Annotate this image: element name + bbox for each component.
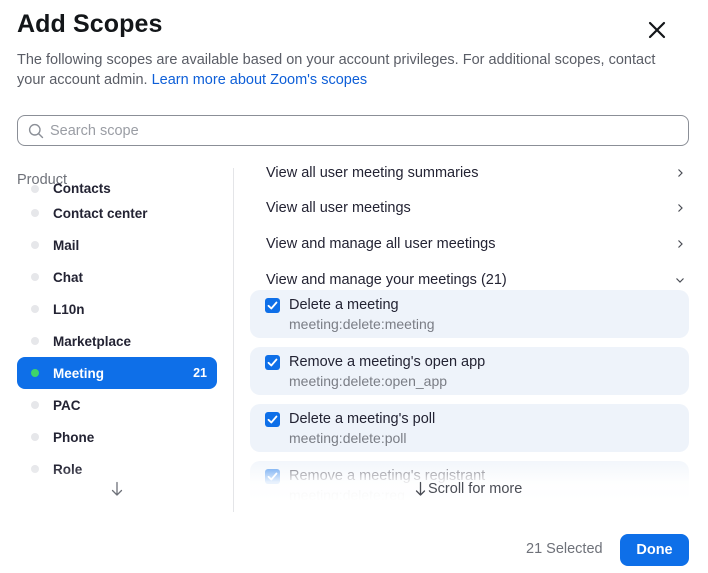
sidebar-item-marketplace[interactable]: Marketplace <box>17 325 217 357</box>
dialog-description: The following scopes are available based… <box>17 50 687 90</box>
scope-group-label: View and manage all user meetings <box>266 236 496 252</box>
close-button[interactable] <box>643 16 671 44</box>
chevron-right-icon <box>678 240 683 248</box>
scope-item[interactable]: Delete a meeting's poll meeting:delete:p… <box>250 404 689 452</box>
sidebar-item-label: Marketplace <box>53 333 132 349</box>
status-dot <box>31 337 39 345</box>
chevron-down-icon <box>676 278 684 283</box>
sidebar-item-label: Role <box>53 461 83 477</box>
check-icon <box>267 415 278 424</box>
search-icon <box>28 123 44 138</box>
panel-divider <box>233 168 234 512</box>
sidebar-item-label: PAC <box>53 397 81 413</box>
scope-title: Delete a meeting <box>289 297 399 313</box>
sidebar-item-label: Mail <box>53 237 80 253</box>
sidebar-item-pac[interactable]: PAC <box>17 389 217 421</box>
scope-checkbox[interactable] <box>265 298 280 313</box>
sidebar-item-contacts[interactable]: Contacts <box>17 181 217 197</box>
scope-item[interactable]: Delete a meeting meeting:delete:meeting <box>250 290 689 338</box>
sidebar-item-phone[interactable]: Phone <box>17 421 217 453</box>
status-dot <box>31 209 39 217</box>
scope-title: Delete a meeting's poll <box>289 411 436 427</box>
product-list[interactable]: Contacts Contact center Mail Chat L10n M… <box>17 181 217 499</box>
scope-group-row[interactable]: View all user meetings <box>266 200 690 216</box>
scroll-hint-label: Scroll for more <box>428 481 523 497</box>
scope-id: meeting:delete:reg <box>289 487 405 500</box>
arrow-down-icon <box>415 481 426 496</box>
search-box[interactable] <box>17 115 689 146</box>
sidebar-item-meeting[interactable]: Meeting 21 <box>17 357 217 389</box>
scope-checkbox[interactable] <box>265 469 280 484</box>
search-input[interactable] <box>50 122 650 139</box>
sidebar-item-mail[interactable]: Mail <box>17 229 217 261</box>
scope-id: meeting:delete:meeting <box>289 316 435 332</box>
scope-group-row[interactable]: View all user meeting summaries <box>266 165 690 181</box>
sidebar-item-label: Chat <box>53 269 83 285</box>
scope-group-label: View and manage your meetings (21) <box>266 272 507 288</box>
scope-id: meeting:delete:open_app <box>289 373 448 389</box>
scope-group-label: View all user meetings <box>266 200 411 216</box>
scope-title: Remove a meeting's open app <box>289 354 486 370</box>
sidebar-item-label: L10n <box>53 301 85 317</box>
status-dot <box>31 305 39 313</box>
status-dot <box>31 433 39 441</box>
sidebar-item-label: Contacts <box>53 181 111 196</box>
scope-checkbox[interactable] <box>265 355 280 370</box>
scope-group-row-expanded[interactable]: View and manage your meetings (21) <box>266 272 690 288</box>
scope-group-row[interactable]: View and manage all user meetings <box>266 236 690 252</box>
scope-checkbox[interactable] <box>265 412 280 427</box>
sidebar-item-chat[interactable]: Chat <box>17 261 217 293</box>
status-dot <box>31 241 39 249</box>
scroll-for-more[interactable]: Scroll for more <box>414 481 522 497</box>
status-dot <box>31 401 39 409</box>
check-icon <box>267 301 278 310</box>
scope-id: meeting:delete:poll <box>289 430 407 446</box>
check-icon <box>267 358 278 367</box>
sidebar-item-contact-center[interactable]: Contact center <box>17 197 217 229</box>
arrow-down-icon <box>111 481 123 496</box>
scope-item[interactable]: Remove a meeting's open app meeting:dele… <box>250 347 689 395</box>
sidebar-item-l10n[interactable]: L10n <box>17 293 217 325</box>
scope-group-label: View all user meeting summaries <box>266 165 479 181</box>
done-button[interactable]: Done <box>620 534 689 566</box>
close-icon <box>648 21 666 39</box>
status-dot <box>31 273 39 281</box>
selected-count-badge: 21 <box>193 366 207 380</box>
status-dot <box>31 185 39 193</box>
dialog-title: Add Scopes <box>17 10 163 38</box>
check-icon <box>267 472 278 481</box>
sidebar-item-label: Contact center <box>53 205 148 221</box>
chevron-right-icon <box>678 204 683 212</box>
status-dot <box>31 369 39 377</box>
scope-list[interactable]: View all user meeting summaries View all… <box>250 160 690 500</box>
status-dot <box>31 465 39 473</box>
learn-more-link[interactable]: Learn more about Zoom's scopes <box>152 72 368 88</box>
chevron-right-icon <box>678 169 683 177</box>
sidebar-item-label: Phone <box>53 429 95 445</box>
selected-count: 21 Selected <box>526 541 603 557</box>
sidebar-item-label: Meeting <box>53 365 105 381</box>
